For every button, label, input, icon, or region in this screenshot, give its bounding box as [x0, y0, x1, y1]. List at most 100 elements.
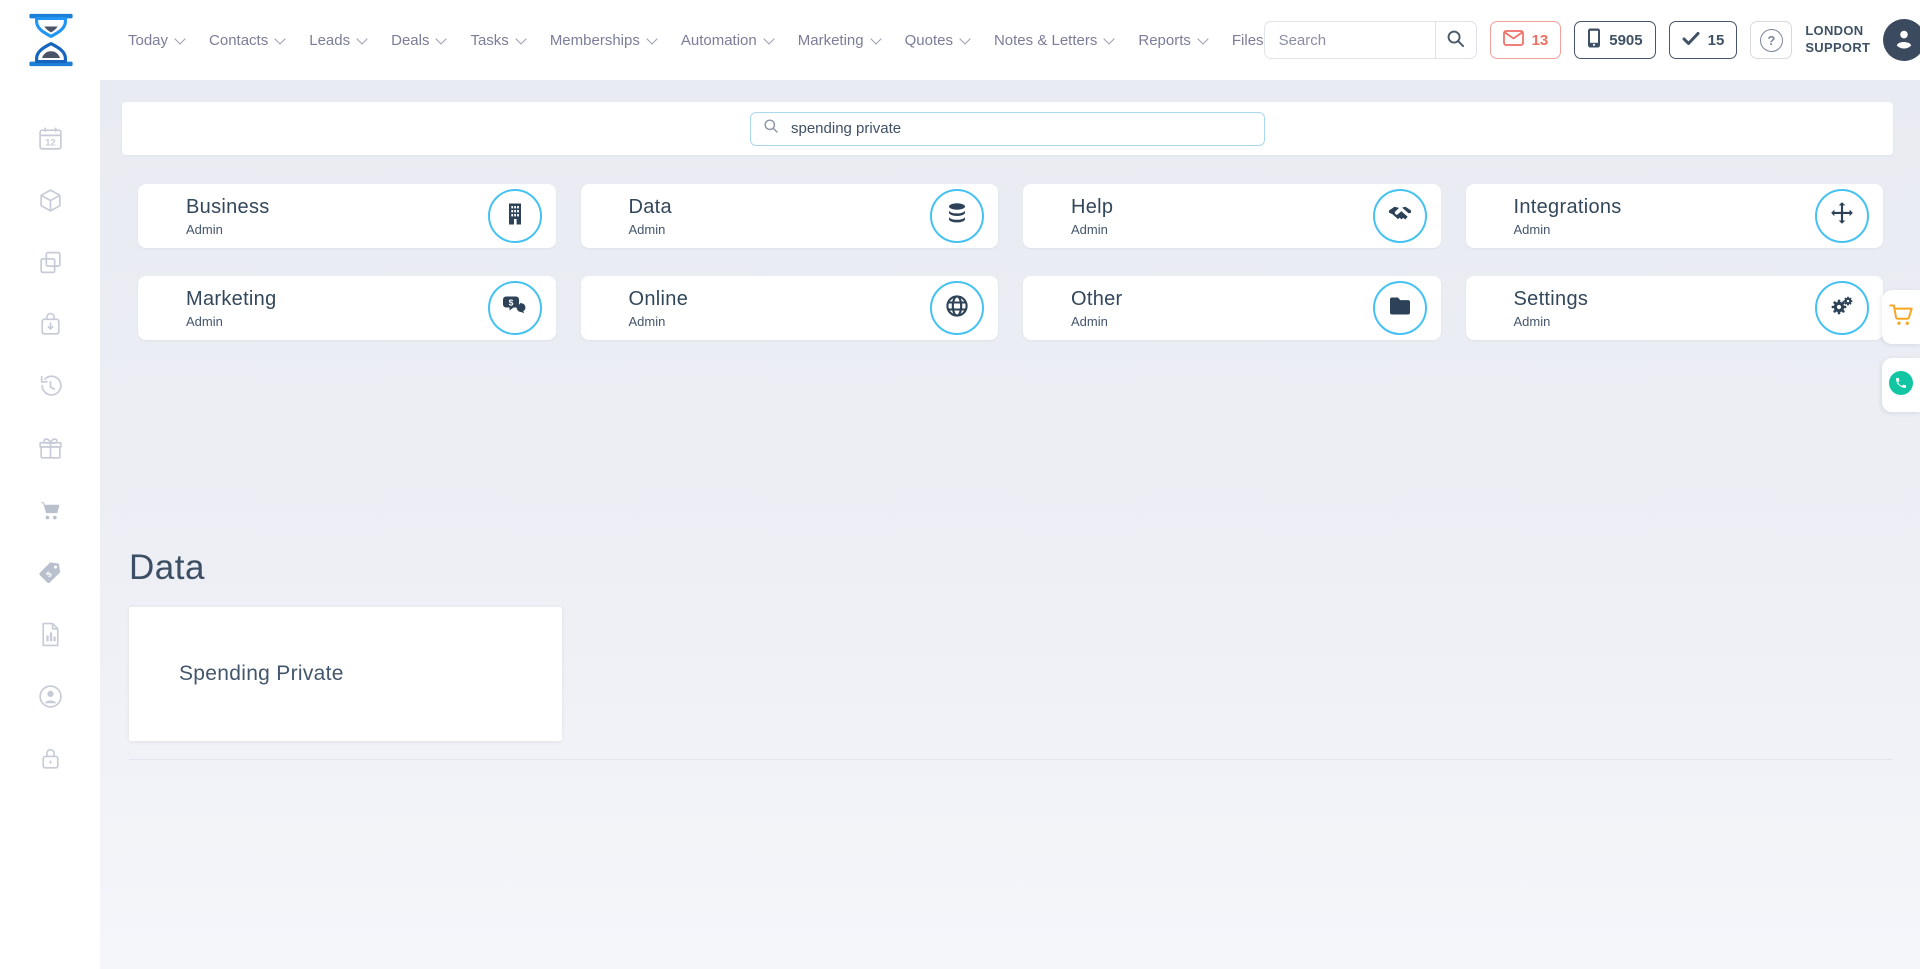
edge-floaters [1882, 290, 1920, 412]
mobile-icon [1587, 28, 1601, 52]
avatar-icon [1892, 26, 1916, 55]
chevron-down-icon [959, 33, 970, 44]
admin-card-title: Marketing [186, 288, 277, 311]
gift-icon [37, 435, 64, 467]
help-button[interactable]: ? [1750, 21, 1792, 59]
sidebar-item-products[interactable] [36, 189, 64, 217]
tasks-badge[interactable]: 15 [1669, 21, 1738, 59]
nav-item-reports[interactable]: Reports [1138, 32, 1207, 49]
user-name-line2: SUPPORT [1805, 40, 1870, 57]
history-icon [37, 373, 64, 405]
svg-text:$: $ [508, 297, 513, 307]
results-list: Spending Private [100, 607, 1920, 741]
sidebar-item-calendar[interactable]: 12 [36, 127, 64, 155]
admin-card-subtitle: Admin [186, 222, 270, 237]
sidebar-item-pricing[interactable]: $ [36, 561, 64, 589]
phone-badge[interactable]: 5905 [1574, 21, 1655, 59]
admin-card-online[interactable]: Online Admin [581, 276, 999, 340]
admin-card-business[interactable]: Business Admin [138, 184, 556, 248]
chat-dollar-icon: $ [502, 293, 528, 324]
admin-card-subtitle: Admin [629, 222, 672, 237]
sidebar-item-support[interactable] [36, 685, 64, 713]
check-icon [1682, 31, 1700, 50]
sidebar-item-duplicates[interactable] [36, 251, 64, 279]
admin-card-title: Online [629, 288, 689, 311]
cart-floater[interactable] [1882, 290, 1920, 344]
hourglass-logo-icon[interactable] [28, 13, 74, 67]
main-content: Business Admin Data Admin Help Admin [100, 80, 1920, 969]
user-name-line1: LONDON [1805, 23, 1870, 40]
avatar[interactable] [1883, 19, 1920, 61]
chevron-down-icon [356, 33, 367, 44]
global-search-input[interactable] [1264, 21, 1435, 59]
mail-badge[interactable]: 13 [1490, 21, 1562, 59]
admin-card-help[interactable]: Help Admin [1023, 184, 1441, 248]
result-spending-private[interactable]: Spending Private [129, 607, 562, 741]
sidebar-item-security[interactable] [36, 747, 64, 775]
admin-card-subtitle: Admin [1071, 222, 1113, 237]
nav-item-today[interactable]: Today [128, 32, 184, 49]
nav-item-quotes[interactable]: Quotes [905, 32, 969, 49]
lock-icon [37, 745, 64, 777]
phone-count: 5905 [1609, 32, 1642, 49]
chevron-down-icon [646, 33, 657, 44]
nav-item-files[interactable]: Files [1232, 32, 1264, 49]
admin-cards-grid: Business Admin Data Admin Help Admin [138, 184, 1883, 340]
sidebar-item-cart[interactable] [36, 499, 64, 527]
nav-item-label: Automation [681, 32, 757, 49]
sidebar-item-reports[interactable] [36, 623, 64, 651]
nav-item-label: Notes & Letters [994, 32, 1097, 49]
admin-card-title: Settings [1514, 288, 1589, 311]
admin-card-subtitle: Admin [629, 314, 689, 329]
chevron-down-icon [1197, 33, 1208, 44]
search-button[interactable] [1435, 21, 1477, 59]
chevron-down-icon [275, 33, 286, 44]
admin-card-settings[interactable]: Settings Admin [1466, 276, 1884, 340]
admin-card-title: Data [629, 196, 672, 219]
tasks-count: 15 [1708, 32, 1725, 49]
envelope-icon [1503, 30, 1524, 50]
admin-card-subtitle: Admin [1071, 314, 1123, 329]
cart-orange-icon [1888, 302, 1914, 333]
sidebar-item-gifts[interactable] [36, 437, 64, 465]
results-section-title: Data [129, 550, 1920, 585]
chevron-down-icon [515, 33, 526, 44]
nav-item-label: Tasks [470, 32, 508, 49]
nav-item-contacts[interactable]: Contacts [209, 32, 284, 49]
nav-item-label: Reports [1138, 32, 1191, 49]
filter-panel [122, 102, 1893, 155]
search-icon [1446, 29, 1465, 51]
gears-icon [1829, 293, 1855, 324]
admin-filter-input[interactable] [789, 119, 1252, 138]
admin-card-other[interactable]: Other Admin [1023, 276, 1441, 340]
report-file-icon [37, 621, 64, 653]
nav-item-leads[interactable]: Leads [309, 32, 366, 49]
global-search [1264, 21, 1477, 59]
chevron-down-icon [870, 33, 881, 44]
nav-item-marketing[interactable]: Marketing [798, 32, 880, 49]
nav-item-label: Deals [391, 32, 429, 49]
section-divider [129, 759, 1893, 760]
admin-card-title: Business [186, 196, 270, 219]
admin-card-data[interactable]: Data Admin [581, 184, 999, 248]
header-right: 13 5905 15 ? LONDON SUPPORT [1264, 19, 1920, 61]
nav-item-memberships[interactable]: Memberships [550, 32, 656, 49]
nav-item-automation[interactable]: Automation [681, 32, 773, 49]
question-icon: ? [1760, 29, 1783, 52]
handshake-icon [1387, 201, 1413, 232]
sidebar-item-history[interactable] [36, 375, 64, 403]
sidebar-item-orders[interactable] [36, 313, 64, 341]
cart-icon [37, 497, 64, 529]
call-floater[interactable] [1882, 358, 1920, 412]
nav-item-tasks[interactable]: Tasks [470, 32, 524, 49]
chevron-down-icon [436, 33, 447, 44]
nav-item-notes-letters[interactable]: Notes & Letters [994, 32, 1113, 49]
database-icon [944, 201, 970, 232]
nav-item-deals[interactable]: Deals [391, 32, 445, 49]
admin-card-marketing[interactable]: Marketing Admin $ [138, 276, 556, 340]
result-label: Spending Private [179, 662, 344, 686]
calendar-icon: 12 [37, 125, 64, 157]
nav-item-label: Leads [309, 32, 350, 49]
nav-item-label: Quotes [905, 32, 953, 49]
admin-card-integrations[interactable]: Integrations Admin [1466, 184, 1884, 248]
